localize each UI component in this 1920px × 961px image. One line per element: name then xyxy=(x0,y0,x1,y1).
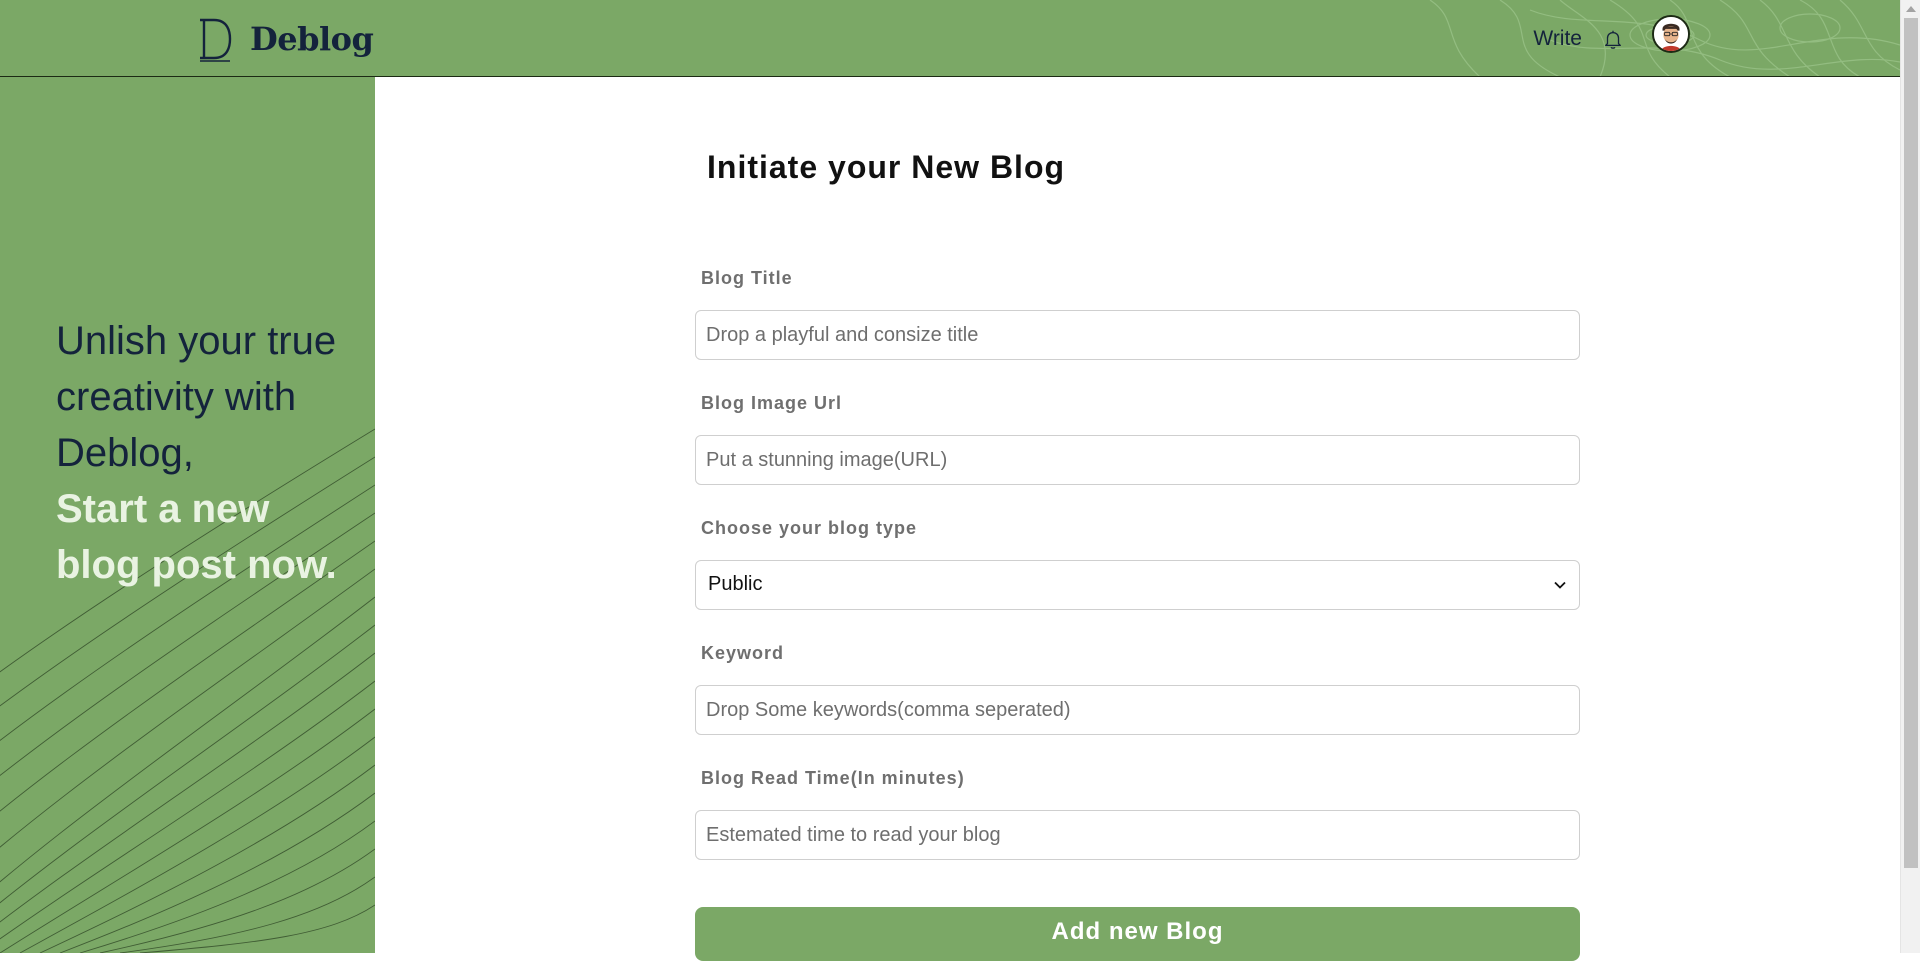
scroll-up-arrow-icon[interactable] xyxy=(1906,6,1916,12)
bell-icon[interactable] xyxy=(1602,28,1624,50)
read-time-field: Blog Read Time(In minutes) xyxy=(695,768,1580,860)
scrollbar-thumb[interactable] xyxy=(1904,18,1918,868)
blog-type-field: Choose your blog type Public xyxy=(695,518,1580,610)
top-navbar: Deblog Write xyxy=(0,0,1900,77)
write-link[interactable]: Write xyxy=(1533,27,1582,51)
blog-title-label: Blog Title xyxy=(701,268,793,288)
tagline: Unlish your true creativity with Deblog,… xyxy=(56,313,346,593)
blog-image-url-input[interactable] xyxy=(695,435,1580,485)
blog-image-url-label: Blog Image Url xyxy=(701,393,843,413)
header-actions: Write xyxy=(1533,14,1690,54)
blog-type-selected-value: Public xyxy=(708,573,763,595)
brand-name: Deblog xyxy=(250,20,374,58)
user-avatar-icon xyxy=(1654,17,1688,51)
page-title: Initiate your New Blog xyxy=(707,149,1066,185)
brand-logo[interactable]: Deblog xyxy=(198,16,374,62)
blog-type-label: Choose your blog type xyxy=(701,518,918,538)
read-time-input[interactable] xyxy=(695,810,1580,860)
tagline-regular: Unlish your true creativity with Deblog, xyxy=(56,319,337,475)
keyword-input[interactable] xyxy=(695,685,1580,735)
page-scrollbar[interactable] xyxy=(1900,0,1920,953)
blog-type-select[interactable]: Public xyxy=(695,560,1580,610)
blog-title-input[interactable] xyxy=(695,310,1580,360)
deblog-logo-icon xyxy=(200,18,232,62)
keyword-field: Keyword xyxy=(695,643,1580,735)
promo-side-panel: Unlish your true creativity with Deblog,… xyxy=(0,77,375,953)
keyword-label: Keyword xyxy=(701,643,785,663)
tagline-highlight: Start a new blog post now. xyxy=(56,487,337,587)
avatar[interactable] xyxy=(1652,15,1690,53)
new-blog-form: Initiate your New Blog Blog Title Blog I… xyxy=(375,77,1900,961)
read-time-label: Blog Read Time(In minutes) xyxy=(701,768,965,788)
blog-image-url-field: Blog Image Url xyxy=(695,393,1580,485)
blog-title-field: Blog Title xyxy=(695,268,1580,360)
chevron-down-icon xyxy=(1554,581,1566,589)
